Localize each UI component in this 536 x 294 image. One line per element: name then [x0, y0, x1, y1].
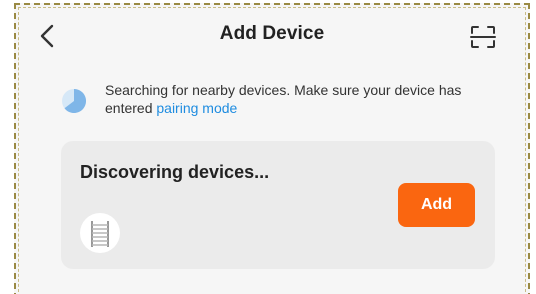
discovery-title: Discovering devices... — [80, 162, 270, 182]
searching-pie-icon — [61, 88, 87, 114]
header: Add Device — [16, 5, 528, 65]
scan-button[interactable] — [470, 25, 496, 49]
app-screen: Add Device Searching for nearby devices.… — [14, 3, 530, 294]
pairing-mode-link[interactable]: pairing mode — [156, 100, 237, 116]
page-title: Add Device — [219, 23, 325, 44]
add-device-button[interactable]: Add — [398, 183, 475, 227]
towel-rail-icon — [80, 213, 120, 253]
scan-qr-icon — [470, 26, 496, 48]
notice-text: Searching for nearby devices. Make sure … — [105, 81, 485, 117]
discovery-card: Discovering devices... Add — [61, 141, 495, 269]
